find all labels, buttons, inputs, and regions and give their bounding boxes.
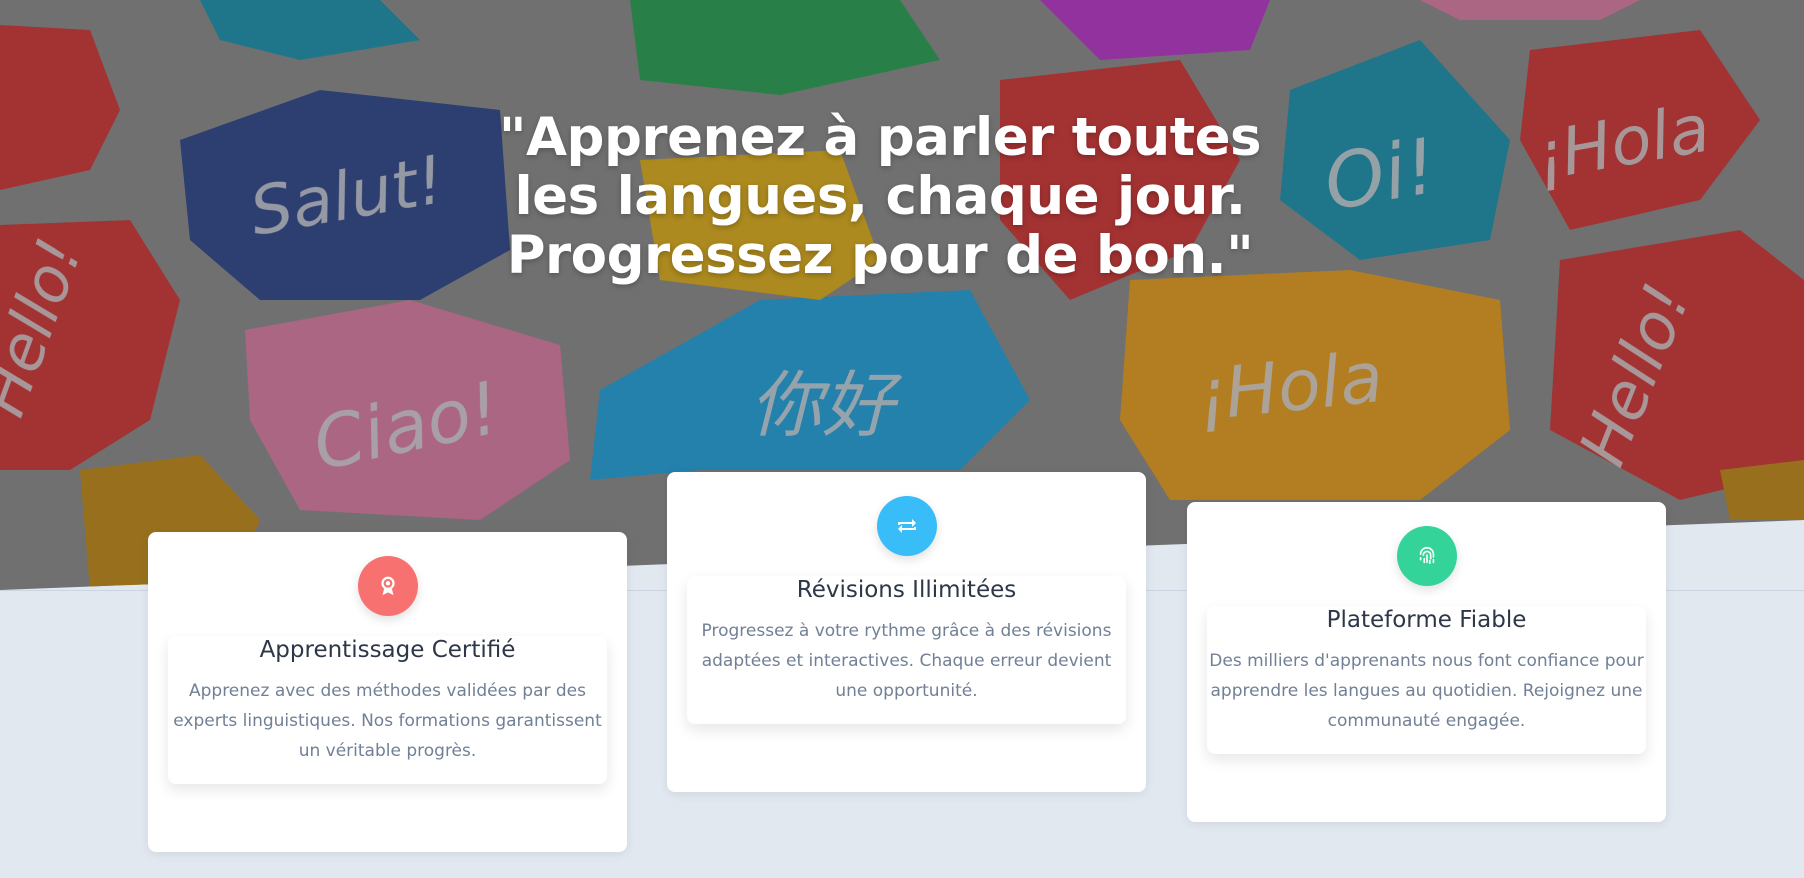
feature-title: Apprentissage Certifié [259,637,516,663]
feature-card-content: Révisions Illimitées Progressez à votre … [687,576,1126,724]
feature-title: Révisions Illimitées [796,577,1017,603]
repeat-icon [877,496,937,556]
feature-card-revisions: Révisions Illimitées Progressez à votre … [667,472,1146,792]
feature-description: Apprenez avec des méthodes validées par … [173,681,602,761]
feature-card-content: Apprentissage Certifié Apprenez avec des… [168,636,607,784]
feature-card-reliable: Plateforme Fiable Des milliers d'apprena… [1187,502,1666,822]
feature-description: Progressez à votre rythme grâce à des ré… [701,621,1112,701]
feature-title: Plateforme Fiable [1326,607,1527,633]
feature-card-certified: Apprentissage Certifié Apprenez avec des… [148,532,627,852]
fingerprint-icon [1397,526,1457,586]
hero-headline: "Apprenez à parler toutes les langues, c… [498,107,1262,286]
award-icon [358,556,418,616]
feature-description: Des milliers d'apprenants nous font conf… [1209,651,1644,731]
landing-page: Salut! Ciao! Hello! ¡Hola ¡Hola Oi! 你好 H… [0,0,1804,878]
feature-card-content: Plateforme Fiable Des milliers d'apprena… [1207,606,1646,754]
